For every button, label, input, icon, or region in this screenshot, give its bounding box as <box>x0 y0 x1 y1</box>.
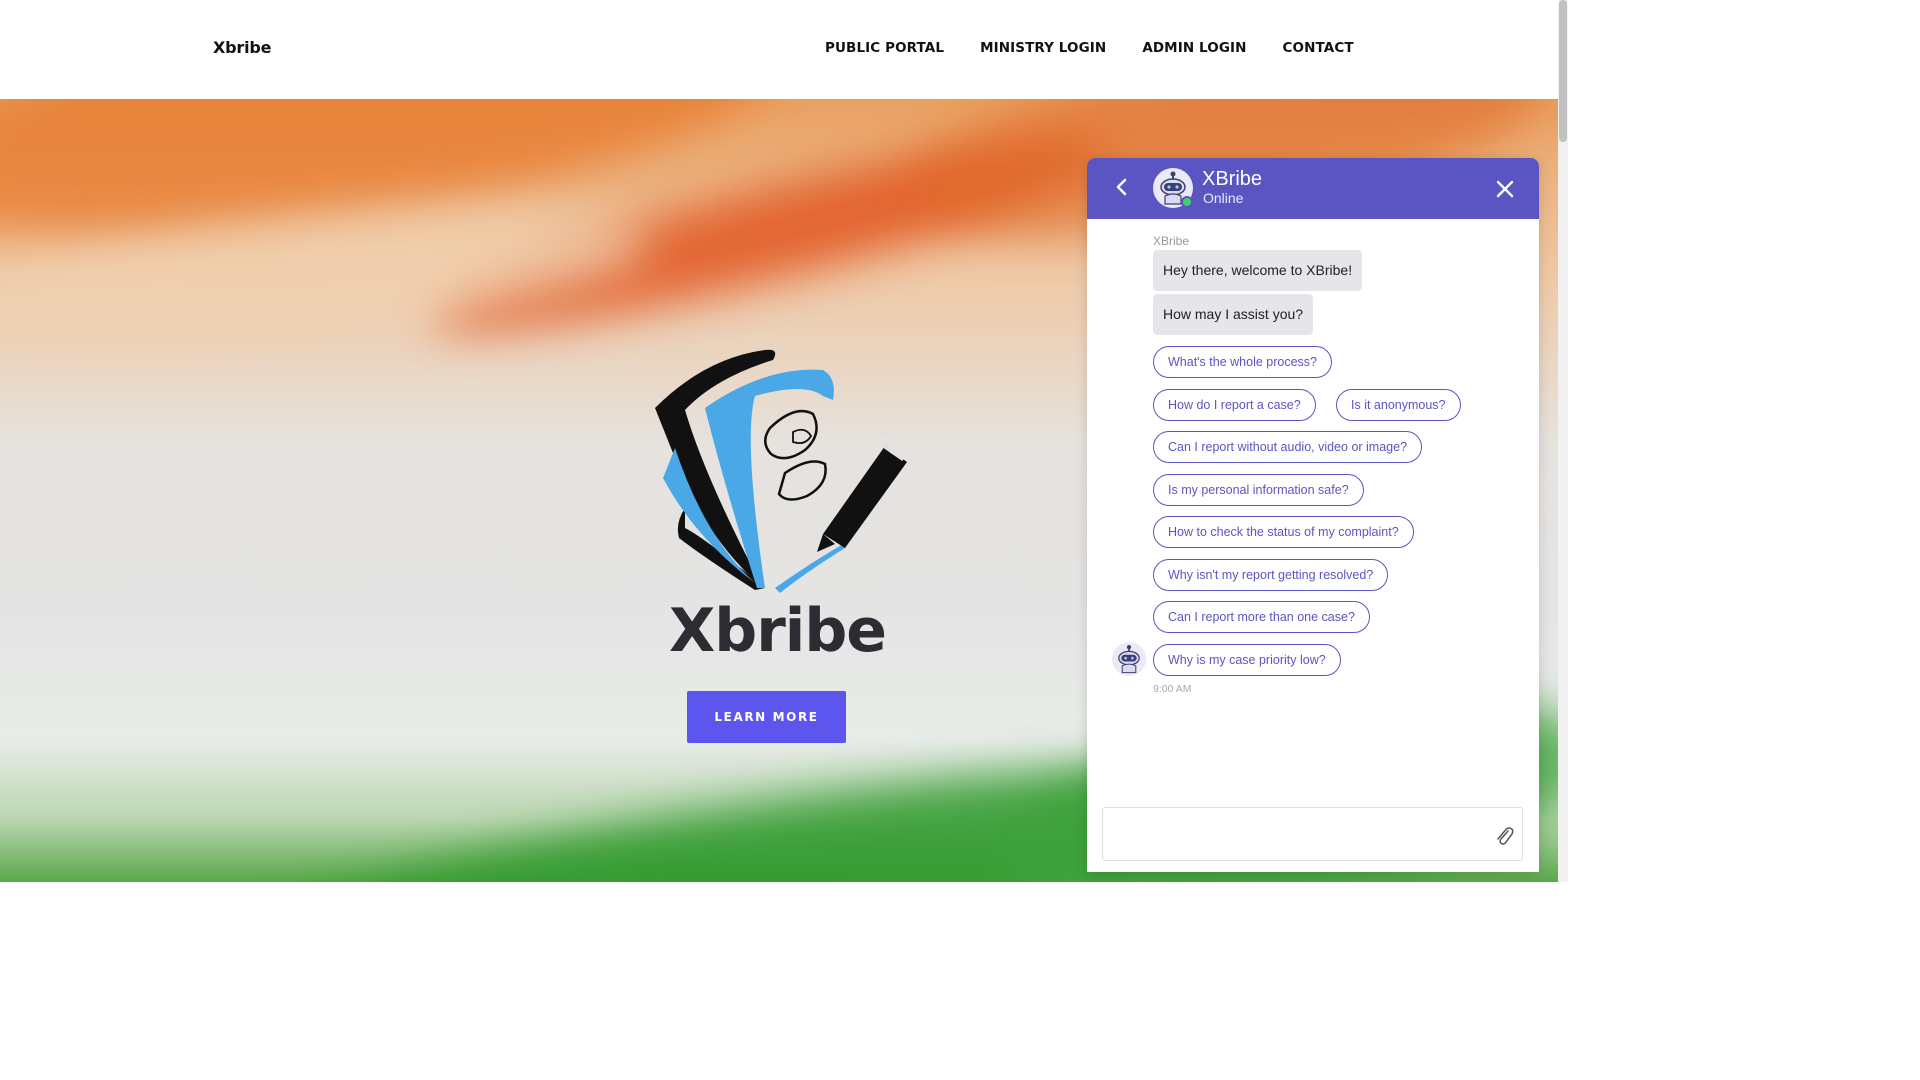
quick-reply-chip[interactable]: Why is my case priority low? <box>1153 644 1341 676</box>
close-icon <box>1496 180 1514 198</box>
quick-reply-chip[interactable]: Can I report without audio, video or ima… <box>1153 431 1423 463</box>
quick-reply-chip[interactable]: Can I report more than one case? <box>1153 601 1370 633</box>
nav-links: PUBLIC PORTAL MINISTRY LOGIN ADMIN LOGIN… <box>825 40 1390 56</box>
close-button[interactable] <box>1493 177 1517 201</box>
scrollbar-thumb[interactable] <box>1559 0 1567 142</box>
sender-label: XBribe <box>1153 234 1190 248</box>
bot-message: How may I assist you? <box>1153 294 1314 335</box>
chat-widget: XBribe Online XBribe Hey there, welcome … <box>1087 158 1539 872</box>
brand-logo-link[interactable]: Xbribe <box>213 38 271 57</box>
chat-message-input[interactable] <box>1113 816 1483 852</box>
bot-name: XBribe <box>1202 168 1263 190</box>
robot-icon <box>1118 644 1140 674</box>
avatar <box>1153 168 1193 208</box>
nav-link-ministry-login[interactable]: MINISTRY LOGIN <box>980 40 1106 56</box>
quick-reply-chip[interactable]: Is my personal information safe? <box>1153 474 1364 506</box>
nav-link-public-portal[interactable]: PUBLIC PORTAL <box>825 40 944 56</box>
chevron-left-icon <box>1116 178 1127 196</box>
chat-input-box <box>1102 807 1523 861</box>
page-scrollbar[interactable] <box>1558 0 1568 882</box>
quick-reply-chip[interactable]: How do I report a case? <box>1153 389 1316 421</box>
attach-button[interactable] <box>1493 825 1515 847</box>
bot-avatar <box>1112 642 1146 676</box>
learn-more-button[interactable]: LEARN MORE <box>687 691 846 743</box>
quick-reply-chip[interactable]: What's the whole process? <box>1153 346 1332 378</box>
xbribe-logo-icon <box>655 349 908 593</box>
paperclip-icon <box>1497 827 1514 845</box>
back-button[interactable] <box>1111 176 1133 198</box>
navbar: Xbribe PUBLIC PORTAL MINISTRY LOGIN ADMI… <box>0 0 1558 99</box>
chat-header: XBribe Online <box>1087 158 1539 219</box>
quick-reply-chip[interactable]: Why isn't my report getting resolved? <box>1153 559 1389 591</box>
bot-message: Hey there, welcome to XBribe! <box>1153 250 1363 291</box>
quick-reply-chip[interactable]: How to check the status of my complaint? <box>1153 516 1414 548</box>
online-status-dot <box>1181 196 1193 208</box>
nav-link-admin-login[interactable]: ADMIN LOGIN <box>1142 40 1246 56</box>
quick-reply-chip[interactable]: Is it anonymous? <box>1336 389 1461 421</box>
bot-status: Online <box>1203 190 1244 206</box>
message-timestamp: 9:00 AM <box>1153 683 1192 695</box>
nav-link-contact[interactable]: CONTACT <box>1283 40 1354 56</box>
